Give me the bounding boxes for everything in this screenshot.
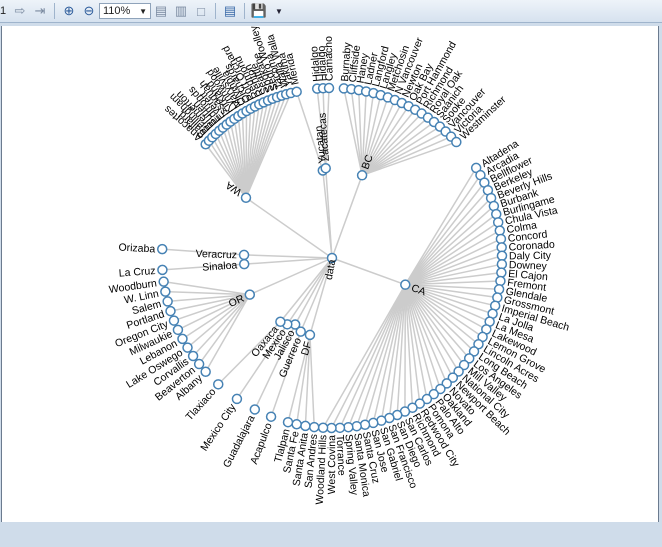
tree-node-milwaukie[interactable] (172, 324, 184, 336)
zoom-in-icon[interactable]: ⊕ (59, 2, 79, 20)
tree-link (331, 257, 406, 286)
tree-link (330, 284, 406, 429)
tree-node-mexico-city[interactable] (231, 393, 243, 405)
nodes: WAAnacortesBallardBellinghamBremertonBur… (108, 26, 571, 505)
toolbar-separator (215, 3, 216, 19)
zoom-out-icon[interactable]: ⊖ (79, 2, 99, 20)
tree-node-santa-anita[interactable] (300, 420, 311, 432)
tree-node-santa-cruz[interactable] (359, 419, 371, 431)
tree-node-w-linn[interactable] (160, 286, 171, 297)
tree-node-zacatecas[interactable] (320, 162, 331, 174)
tree-node-sinaloa[interactable] (238, 258, 250, 270)
tree-node-colma[interactable] (494, 225, 506, 236)
whole-page-icon[interactable]: □ (191, 2, 211, 20)
tree-node-albany[interactable] (200, 366, 211, 378)
tree-node-acapulco[interactable] (265, 411, 277, 422)
tree-node-bc[interactable] (356, 170, 368, 181)
tree-link (244, 254, 333, 259)
tree-node-fremont[interactable] (495, 275, 506, 287)
leaf-label: Orizaba (118, 241, 156, 255)
tree-node-lebanon[interactable] (177, 333, 188, 345)
tree-node-woodland-hills[interactable] (317, 422, 329, 434)
tree-node-df[interactable] (304, 329, 316, 341)
zoom-select[interactable]: 110% ▼ (99, 3, 151, 19)
tree-node-ca[interactable] (400, 279, 411, 290)
tree-node-downey[interactable] (496, 258, 508, 270)
tree-node-woodburn[interactable] (158, 276, 169, 287)
tree-link (331, 175, 363, 259)
save-icon[interactable]: 💾 (249, 2, 269, 20)
tree-node-la-cruz[interactable] (157, 264, 168, 276)
page-number[interactable]: 1 (0, 2, 10, 20)
toolbar-separator (244, 3, 245, 19)
leaf-label: Camacho (323, 36, 336, 81)
tree-node-camacho[interactable] (323, 82, 335, 94)
cluster-tree-diagram: WAAnacortesBallardBellinghamBremertonBur… (108, 26, 571, 505)
report-page: WA Anacortes Ballard Bellingham Bremerton Bur… (1, 26, 659, 522)
page-width-icon[interactable]: ▤ (151, 2, 171, 20)
tree-node-orizaba[interactable] (156, 243, 168, 255)
forward-arrow-icon[interactable]: ⇨ (10, 2, 30, 20)
tree-node-tlaxiaco[interactable] (212, 379, 224, 390)
tree-node-oaxaca[interactable] (275, 316, 286, 327)
tree-node-westminster[interactable] (451, 136, 462, 148)
chevron-down-icon[interactable]: ▼ (269, 2, 289, 20)
last-page-icon[interactable]: ⇥ (30, 2, 50, 20)
tree-link (404, 174, 482, 286)
tree-node-wa[interactable] (240, 192, 252, 204)
tree-link (245, 197, 333, 259)
tree-link (404, 205, 495, 286)
tree-node-concord[interactable] (495, 233, 507, 245)
tree-link (404, 213, 497, 286)
tree-node-corvallis[interactable] (187, 350, 199, 362)
group-label: Veracruz (195, 248, 237, 261)
tree-node-daly-city[interactable] (496, 250, 508, 262)
root-label: data (323, 258, 338, 280)
tree-node-guadalajara[interactable] (249, 404, 261, 415)
tree-node-tlalpan[interactable] (282, 416, 294, 428)
tree-node-coronado[interactable] (496, 242, 507, 253)
tree-node-veracruz[interactable] (238, 249, 250, 261)
tree-node-spring-valley[interactable] (343, 421, 354, 433)
group-label: Zacatecas (317, 112, 332, 161)
tree-node-oregon-city[interactable] (168, 315, 180, 326)
chevron-down-icon: ▼ (139, 6, 147, 16)
leaf-label: La Cruz (118, 265, 156, 280)
export-icon[interactable]: ▤ (220, 2, 240, 20)
tree-node-beaverton[interactable] (193, 358, 205, 370)
tree-node-lake-oswego[interactable] (182, 342, 193, 353)
tree-node-torrance[interactable] (334, 422, 346, 434)
toolbar: 1 ⇨ ⇥ ⊕ ⊖ 110% ▼ ▤ ▥ □ ▤ 💾 ▼ (0, 0, 662, 23)
group-label: Sinaloa (202, 259, 238, 273)
tree-link (404, 229, 501, 286)
tree-node-san-andres[interactable] (308, 421, 320, 433)
status-area (0, 522, 662, 547)
tree-node-salem[interactable] (162, 296, 173, 307)
tree-node-merida[interactable] (291, 86, 302, 97)
tree-node-el-cajon[interactable] (496, 267, 507, 278)
tree-node-west-covina[interactable] (326, 422, 337, 434)
toolbar-separator (54, 3, 55, 19)
tree-link (364, 284, 407, 425)
tree-node-santa-fe[interactable] (291, 419, 302, 430)
tree-node-or[interactable] (244, 289, 256, 300)
page-height-icon[interactable]: ▥ (171, 2, 191, 20)
tree-node-portland[interactable] (165, 305, 176, 317)
tree-node-santa-monica[interactable] (351, 420, 362, 432)
tree-node-chula-vista[interactable] (492, 217, 504, 228)
tree-node-glendale[interactable] (493, 284, 505, 295)
tree-link (339, 284, 406, 429)
zoom-value: 110% (103, 5, 131, 17)
